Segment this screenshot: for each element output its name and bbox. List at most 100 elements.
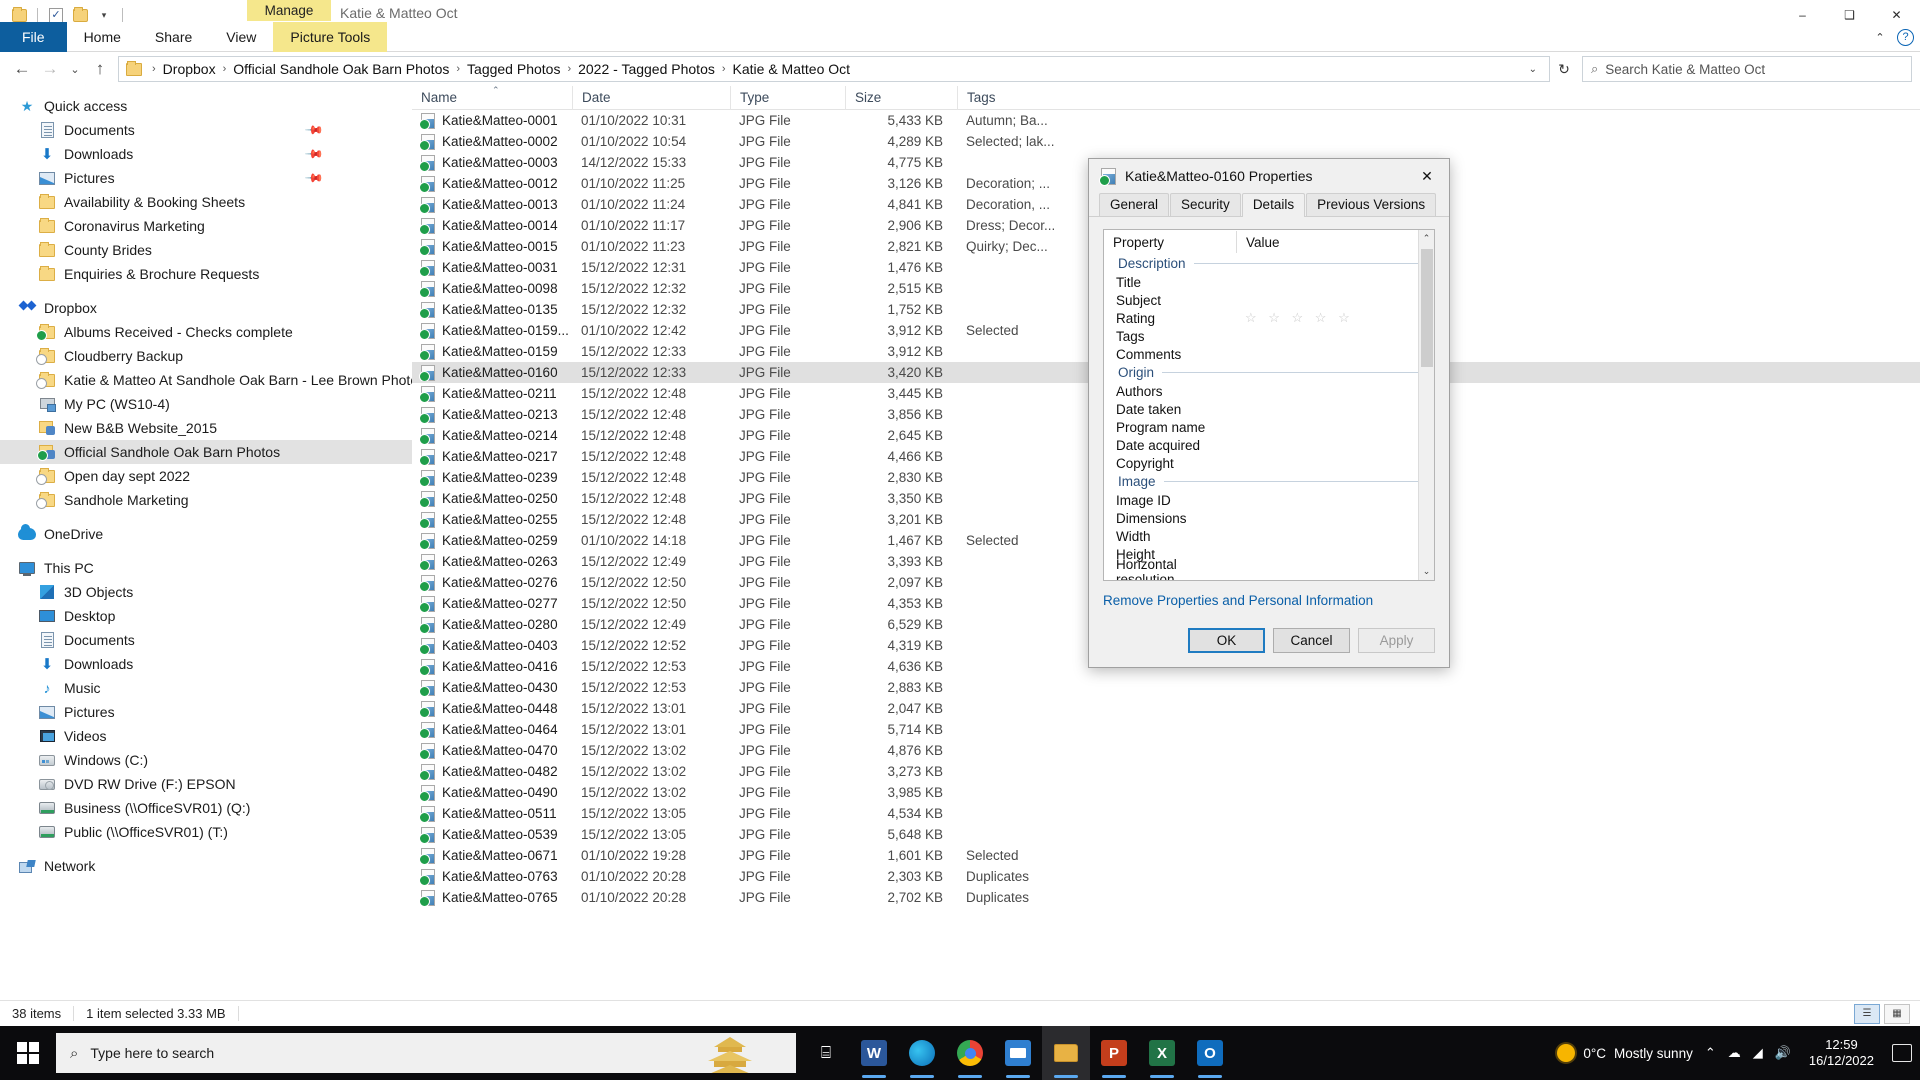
property-value[interactable]: ☆ ☆ ☆ ☆ ☆ bbox=[1236, 310, 1434, 326]
volume-icon[interactable]: 🔊 bbox=[1775, 1045, 1791, 1061]
rating-stars-icon[interactable]: ☆ ☆ ☆ ☆ ☆ bbox=[1245, 310, 1354, 326]
sidebar-item-documents[interactable]: Documents 📌 bbox=[0, 118, 412, 142]
weather-widget[interactable]: 0°C Mostly sunny bbox=[1557, 1044, 1692, 1062]
sidebar-item-windows-c[interactable]: Windows (C:) bbox=[0, 748, 412, 772]
sidebar-item-official-sandhole-oak-barn-photos[interactable]: Official Sandhole Oak Barn Photos bbox=[0, 440, 412, 464]
property-row[interactable]: Date taken bbox=[1104, 400, 1434, 418]
scroll-up-icon[interactable]: ⌃ bbox=[1419, 230, 1435, 247]
search-input[interactable]: ⌕ Search Katie & Matteo Oct bbox=[1582, 56, 1912, 82]
tab-view[interactable]: View bbox=[209, 22, 273, 52]
sidebar-item-coronavirus-marketing[interactable]: Coronavirus Marketing bbox=[0, 214, 412, 238]
tab-file[interactable]: File bbox=[0, 22, 67, 52]
taskbar-app-edge[interactable] bbox=[898, 1026, 946, 1080]
sidebar-item-business-q[interactable]: Business (\\OfficeSVR01) (Q:) bbox=[0, 796, 412, 820]
property-list-scrollbar[interactable]: ⌃ ⌄ bbox=[1418, 230, 1434, 580]
sidebar-item-katie-matteo-at-sandhole-oak-barn[interactable]: Katie & Matteo At Sandhole Oak Barn - Le… bbox=[0, 368, 412, 392]
sidebar-item-pictures-pc[interactable]: Pictures bbox=[0, 700, 412, 724]
table-row[interactable]: Katie&Matteo-049015/12/2022 13:02JPG Fil… bbox=[412, 782, 1920, 803]
column-header-size[interactable]: Size bbox=[845, 86, 957, 110]
property-row[interactable]: Comments bbox=[1104, 345, 1434, 363]
sidebar-item-3d-objects[interactable]: 3D Objects bbox=[0, 580, 412, 604]
table-row[interactable]: Katie&Matteo-067101/10/2022 19:28JPG Fil… bbox=[412, 845, 1920, 866]
property-row[interactable]: Title bbox=[1104, 273, 1434, 291]
breadcrumb-dropdown-icon[interactable]: ⌄ bbox=[1521, 64, 1545, 75]
taskbar-app-word[interactable]: W bbox=[850, 1026, 898, 1080]
tray-expand-icon[interactable]: ⌃ bbox=[1705, 1045, 1716, 1061]
ok-button[interactable]: OK bbox=[1188, 628, 1265, 653]
refresh-icon[interactable]: ↻ bbox=[1550, 56, 1578, 82]
cancel-button[interactable]: Cancel bbox=[1273, 628, 1350, 653]
table-row[interactable]: Katie&Matteo-000101/10/2022 10:31JPG Fil… bbox=[412, 110, 1920, 131]
pin-icon[interactable]: 📌 bbox=[304, 144, 324, 164]
table-row[interactable]: Katie&Matteo-053915/12/2022 13:05JPG Fil… bbox=[412, 824, 1920, 845]
sidebar-group-onedrive[interactable]: OneDrive bbox=[0, 522, 412, 546]
table-row[interactable]: Katie&Matteo-046415/12/2022 13:01JPG Fil… bbox=[412, 719, 1920, 740]
sidebar-item-my-pc[interactable]: My PC (WS10-4) bbox=[0, 392, 412, 416]
breadcrumb-item-katie-matteo-oct[interactable]: Katie & Matteo Oct bbox=[731, 61, 853, 77]
breadcrumb-item-dropbox[interactable]: Dropbox bbox=[161, 61, 218, 77]
breadcrumb-item-official-sandhole-oak-barn-photos[interactable]: Official Sandhole Oak Barn Photos bbox=[231, 61, 451, 77]
sidebar-group-dropbox[interactable]: Dropbox bbox=[0, 296, 412, 320]
start-button[interactable] bbox=[0, 1026, 56, 1080]
onedrive-tray-icon[interactable]: ☁ bbox=[1728, 1045, 1741, 1061]
pin-icon[interactable]: 📌 bbox=[304, 168, 324, 188]
column-header-name[interactable]: ⌃ Name bbox=[412, 86, 572, 110]
clock[interactable]: 12:59 16/12/2022 bbox=[1803, 1037, 1880, 1070]
context-tab-manage-top[interactable]: Manage bbox=[247, 0, 331, 21]
sidebar-item-videos[interactable]: Videos bbox=[0, 724, 412, 748]
apply-button[interactable]: Apply bbox=[1358, 628, 1435, 653]
column-header-date[interactable]: Date bbox=[572, 86, 730, 110]
sidebar-item-availability-booking-sheets[interactable]: Availability & Booking Sheets bbox=[0, 190, 412, 214]
property-list[interactable]: Property Value DescriptionTitleSubjectRa… bbox=[1103, 229, 1435, 581]
sidebar-item-music[interactable]: ♪ Music bbox=[0, 676, 412, 700]
property-row[interactable]: Subject bbox=[1104, 291, 1434, 309]
sidebar-item-new-bb-website-2015[interactable]: New B&B Website_2015 bbox=[0, 416, 412, 440]
breadcrumb-item-tagged-photos[interactable]: Tagged Photos bbox=[465, 61, 562, 77]
sidebar-item-open-day-sept-2022[interactable]: Open day sept 2022 bbox=[0, 464, 412, 488]
chevron-down-icon[interactable]: ⌃ bbox=[1869, 26, 1891, 48]
property-row[interactable]: Rating☆ ☆ ☆ ☆ ☆ bbox=[1104, 309, 1434, 327]
property-row[interactable]: Dimensions bbox=[1104, 509, 1434, 527]
sidebar-item-enquiries-brochure-requests[interactable]: Enquiries & Brochure Requests bbox=[0, 262, 412, 286]
dialog-close-icon[interactable]: ✕ bbox=[1405, 161, 1449, 191]
taskbar-app-excel[interactable]: X bbox=[1138, 1026, 1186, 1080]
sidebar-group-quick-access[interactable]: ★ Quick access bbox=[0, 94, 412, 118]
sidebar-item-pictures[interactable]: Pictures 📌 bbox=[0, 166, 412, 190]
tab-details[interactable]: Details bbox=[1242, 193, 1305, 217]
tab-general[interactable]: General bbox=[1099, 193, 1169, 216]
large-icons-view-icon[interactable]: ▦ bbox=[1884, 1004, 1910, 1024]
sidebar-item-downloads-pc[interactable]: ⬇ Downloads bbox=[0, 652, 412, 676]
remove-properties-link[interactable]: Remove Properties and Personal Informati… bbox=[1103, 593, 1373, 608]
property-row[interactable]: Copyright bbox=[1104, 454, 1434, 472]
breadcrumb-item-2022-tagged-photos[interactable]: 2022 - Tagged Photos bbox=[576, 61, 717, 77]
tab-home[interactable]: Home bbox=[67, 22, 138, 52]
tab-previous-versions[interactable]: Previous Versions bbox=[1306, 193, 1436, 216]
property-row[interactable]: Program name bbox=[1104, 418, 1434, 436]
property-row[interactable]: Width bbox=[1104, 527, 1434, 545]
navigation-pane[interactable]: ★ Quick access Documents 📌 ⬇ Downloads 📌… bbox=[0, 86, 412, 1026]
breadcrumb[interactable]: › Dropbox › Official Sandhole Oak Barn P… bbox=[118, 56, 1550, 82]
details-view-icon[interactable]: ☰ bbox=[1854, 1004, 1880, 1024]
table-row[interactable]: Katie&Matteo-048215/12/2022 13:02JPG Fil… bbox=[412, 761, 1920, 782]
column-header-tags[interactable]: Tags bbox=[957, 86, 1117, 110]
sidebar-item-albums-received[interactable]: Albums Received - Checks complete bbox=[0, 320, 412, 344]
property-row[interactable]: Date acquired bbox=[1104, 436, 1434, 454]
network-icon[interactable]: ◢ bbox=[1753, 1045, 1763, 1061]
sidebar-item-sandhole-marketing[interactable]: Sandhole Marketing bbox=[0, 488, 412, 512]
sidebar-item-downloads[interactable]: ⬇ Downloads 📌 bbox=[0, 142, 412, 166]
pin-icon[interactable]: 📌 bbox=[304, 120, 324, 140]
table-row[interactable]: Katie&Matteo-076501/10/2022 20:28JPG Fil… bbox=[412, 887, 1920, 908]
sidebar-item-dvd-rw-drive-f[interactable]: DVD RW Drive (F:) EPSON bbox=[0, 772, 412, 796]
table-row[interactable]: Katie&Matteo-044815/12/2022 13:01JPG Fil… bbox=[412, 698, 1920, 719]
table-row[interactable]: Katie&Matteo-000201/10/2022 10:54JPG Fil… bbox=[412, 131, 1920, 152]
sidebar-item-cloudberry-backup[interactable]: Cloudberry Backup bbox=[0, 344, 412, 368]
scroll-down-icon[interactable]: ⌄ bbox=[1419, 563, 1435, 580]
sidebar-group-this-pc[interactable]: This PC bbox=[0, 556, 412, 580]
column-header-type[interactable]: Type bbox=[730, 86, 845, 110]
table-row[interactable]: Katie&Matteo-043015/12/2022 12:53JPG Fil… bbox=[412, 677, 1920, 698]
recent-locations-icon[interactable]: ⌄ bbox=[64, 55, 86, 83]
notification-center-icon[interactable] bbox=[1892, 1044, 1912, 1062]
sidebar-item-desktop[interactable]: Desktop bbox=[0, 604, 412, 628]
taskbar-app-chrome[interactable] bbox=[946, 1026, 994, 1080]
up-icon[interactable]: ↑ bbox=[86, 55, 114, 83]
